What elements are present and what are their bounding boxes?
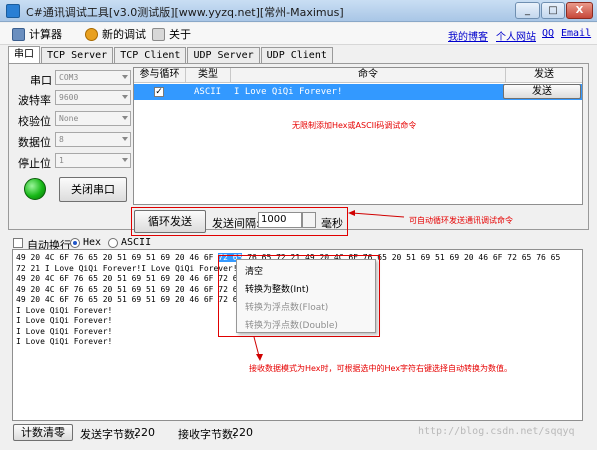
- auto-wrap-checkbox[interactable]: [13, 238, 23, 248]
- parity-select[interactable]: None: [55, 111, 131, 126]
- baud-select[interactable]: 9600: [55, 90, 131, 105]
- col-loop: 参与循环: [134, 68, 186, 83]
- hex-label: Hex: [83, 237, 102, 248]
- receive-line: I Love QiQi Forever!: [16, 337, 113, 346]
- loop-checkbox[interactable]: ✓: [154, 87, 164, 97]
- minimize-button[interactable]: _: [515, 2, 540, 19]
- port-select[interactable]: COM3: [55, 70, 131, 85]
- app-icon: [6, 4, 20, 18]
- menu-to-float[interactable]: 转换为浮点数(Float): [245, 300, 328, 313]
- col-command: 命令: [231, 68, 506, 83]
- parity-label: 校验位: [18, 115, 51, 128]
- chevron-down-icon: [122, 137, 128, 141]
- receive-text: 49 20 4C 6F 76 65 20 51 69 51 69 20 46 6…: [16, 253, 219, 262]
- tab-strip: 串口 TCP Server TCP Client UDP Server UDP …: [8, 46, 334, 63]
- parity-value: None: [59, 114, 79, 123]
- tab-tcp-client[interactable]: TCP Client: [114, 47, 187, 63]
- arrow-icon: [348, 210, 405, 218]
- status-bar: 计数清零 发送字节数: 220 接收字节数: 220 http://blog.c…: [0, 422, 597, 450]
- link-qq[interactable]: QQ: [542, 28, 554, 39]
- sent-label: 发送字节数:: [80, 428, 139, 441]
- menu-to-double[interactable]: 转换为浮点数(Double): [245, 318, 338, 331]
- close-button[interactable]: X: [566, 2, 593, 19]
- link-blog[interactable]: 我的博客: [448, 28, 488, 43]
- menu-about-label: 关于: [169, 28, 191, 41]
- ascii-radio[interactable]: [108, 238, 118, 248]
- stopbits-select[interactable]: 1: [55, 153, 131, 168]
- menu-about[interactable]: 关于: [152, 26, 191, 42]
- menu-new-debug[interactable]: 新的调试: [85, 26, 146, 42]
- tab-udp-server[interactable]: UDP Server: [187, 47, 260, 63]
- databits-value: 8: [59, 135, 64, 144]
- loop-send-button[interactable]: 循环发送: [134, 210, 206, 233]
- watermark: http://blog.csdn.net/sqqyq: [418, 426, 575, 437]
- interval-stepper[interactable]: [302, 212, 316, 228]
- port-status-indicator: [24, 178, 46, 200]
- baud-value: 9600: [59, 93, 79, 102]
- tab-tcp-server[interactable]: TCP Server: [41, 47, 114, 63]
- link-email[interactable]: Email: [561, 28, 591, 39]
- command-table: 参与循环 类型 命令 发送 ✓ ASCII I Love QiQi Foreve…: [133, 67, 583, 205]
- col-send: 发送: [506, 68, 582, 83]
- sent-count: 220: [134, 426, 155, 439]
- chevron-down-icon: [122, 75, 128, 79]
- interval-unit: 毫秒: [321, 217, 343, 230]
- menu-calculator[interactable]: 计算器: [12, 26, 62, 42]
- menu-to-int[interactable]: 转换为整数(Int): [245, 282, 309, 295]
- new-debug-icon: [85, 27, 98, 41]
- databits-select[interactable]: 8: [55, 132, 131, 147]
- baud-label: 波特率: [18, 94, 51, 107]
- command-annotation: 无限制添加Hex或ASCII码调试命令: [292, 121, 417, 130]
- chevron-down-icon: [122, 95, 128, 99]
- chevron-down-icon: [122, 158, 128, 162]
- menu-bar: 计算器 新的调试 关于 我的博客 个人网站 QQ Email: [0, 23, 597, 45]
- title-bar[interactable]: C#通讯调试工具[v3.0测试版][www.yyzq.net][常州-Maxim…: [0, 0, 597, 22]
- tab-udp-client[interactable]: UDP Client: [260, 47, 333, 63]
- row-command[interactable]: I Love QiQi Forever!: [234, 85, 342, 99]
- reset-count-button[interactable]: 计数清零: [13, 424, 73, 441]
- chevron-down-icon: [122, 116, 128, 120]
- hex-radio[interactable]: [70, 238, 80, 248]
- calculator-icon: [12, 27, 25, 41]
- col-type: 类型: [186, 68, 231, 83]
- stopbits-label: 停止位: [18, 157, 51, 170]
- interval-label: 发送间隔:: [212, 217, 260, 230]
- stopbits-value: 1: [59, 156, 64, 165]
- loop-annotation: 可自动循环发送通讯调试命令: [409, 216, 513, 225]
- interval-input[interactable]: 1000: [258, 212, 302, 228]
- row-send-button[interactable]: 发送: [503, 84, 581, 99]
- recv-label: 接收字节数:: [178, 428, 237, 441]
- menu-clear[interactable]: 清空: [245, 264, 263, 277]
- row-type: ASCII: [194, 87, 222, 97]
- context-menu: 清空 转换为整数(Int) 转换为浮点数(Float) 转换为浮点数(Doubl…: [236, 259, 376, 333]
- maximize-button[interactable]: □: [541, 2, 565, 19]
- tab-serial[interactable]: 串口: [8, 46, 40, 63]
- databits-label: 数据位: [18, 136, 51, 149]
- link-website[interactable]: 个人网站: [496, 28, 536, 43]
- receive-annotation: 接收数据模式为Hex时，可根据选中的Hex字符右键选择自动转换为数值。: [249, 364, 513, 373]
- ascii-label: ASCII: [121, 237, 152, 248]
- port-label: 串口: [30, 74, 52, 87]
- menu-new-debug-label: 新的调试: [102, 28, 146, 41]
- port-value: COM3: [59, 73, 79, 82]
- menu-calculator-label: 计算器: [29, 28, 62, 41]
- arrow-icon: [253, 336, 263, 361]
- close-port-button[interactable]: 关闭串口: [59, 177, 127, 202]
- about-icon: [152, 27, 165, 41]
- window-title: C#通讯调试工具[v3.0测试版][www.yyzq.net][常州-Maxim…: [26, 6, 344, 19]
- recv-count: 220: [232, 426, 253, 439]
